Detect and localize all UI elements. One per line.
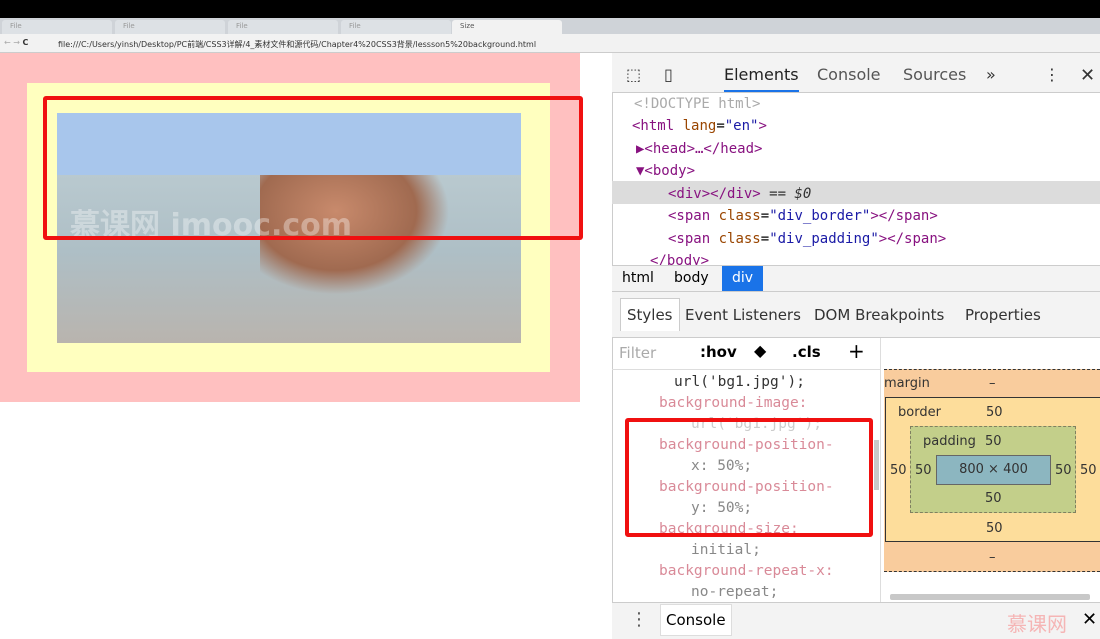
style-value[interactable]: url('bg1.jpg');	[674, 372, 805, 393]
padding-bottom: 50	[985, 491, 1002, 506]
margin-label: margin	[884, 376, 930, 391]
attr-value: "div_padding"	[769, 231, 879, 247]
devtools-toolbar: ⬚ ▯ Elements Console Sources » ⋮ ✕	[612, 53, 1100, 93]
breadcrumb-div[interactable]: div	[722, 266, 764, 291]
tag: <span	[668, 208, 711, 224]
imooc-logo: 慕课网	[1007, 612, 1067, 636]
padding-left: 50	[915, 463, 932, 478]
url-input[interactable]: file:///C:/Users/yinsh/Desktop/PC前端/CSS3…	[58, 39, 536, 50]
menu-icon[interactable]: ⋮	[1044, 65, 1060, 84]
tag: <div></div>	[668, 186, 761, 202]
breadcrumb: html body div	[612, 265, 1100, 292]
console-drawer: ⋮ Console 慕课网 ✕	[612, 602, 1100, 639]
browser-tab[interactable]: File	[341, 20, 451, 34]
breadcrumb-html[interactable]: html	[622, 270, 654, 286]
address-bar: ← → C file:///C:/Users/yinsh/Desktop/PC前…	[0, 34, 1100, 53]
hov-button[interactable]: :hov	[700, 343, 737, 361]
margin-bottom: –	[989, 550, 996, 565]
tree-node[interactable]: <span class="div_padding"></span>	[668, 228, 946, 251]
tab-sources[interactable]: Sources	[903, 65, 966, 84]
tab-properties[interactable]: Properties	[965, 306, 1041, 324]
tree-node-selected[interactable]: <div></div> == $0	[668, 183, 811, 206]
forward-icon[interactable]: →	[13, 38, 20, 47]
dollar-zero: == $0	[760, 186, 812, 202]
attr: class	[718, 208, 761, 224]
add-rule-button[interactable]: +	[848, 339, 865, 363]
drawer-tab-console[interactable]: Console	[660, 604, 732, 636]
tag: ></span>	[870, 208, 938, 224]
top-black-bar	[0, 0, 1100, 18]
attr: class	[718, 231, 761, 247]
browser-tab[interactable]: File	[2, 20, 112, 34]
box-model-scrollbar[interactable]	[890, 594, 1090, 600]
padding-top: 50	[985, 434, 1002, 449]
drawer-menu-icon[interactable]: ⋮	[630, 609, 648, 630]
tab-event-listeners[interactable]: Event Listeners	[685, 306, 801, 324]
border-right: 50	[1080, 463, 1097, 478]
tree-node[interactable]: <!DOCTYPE html>	[634, 93, 760, 116]
tag: >	[758, 118, 767, 134]
margin-top: –	[989, 376, 996, 391]
tree-node[interactable]: ▶<head>…</head>	[636, 138, 762, 161]
attr-value: "en"	[724, 118, 759, 134]
border-label: border	[898, 405, 941, 420]
attr-value: "div_border"	[769, 208, 871, 224]
style-value[interactable]: initial;	[691, 540, 761, 561]
device-icon[interactable]: ▯	[664, 65, 673, 84]
tree-node[interactable]: <html lang="en">	[632, 115, 767, 138]
border-top: 50	[986, 405, 1003, 420]
box-content: 800 × 400	[936, 455, 1051, 485]
tab-strip: File File File File Size	[0, 18, 1100, 34]
border-left: 50	[890, 463, 907, 478]
reload-icon[interactable]: C	[23, 38, 29, 47]
tab-dom-breakpoints[interactable]: DOM Breakpoints	[814, 306, 944, 324]
tag: <span	[668, 231, 711, 247]
filter-input[interactable]: Filter	[619, 344, 656, 362]
highlight-box	[43, 96, 583, 240]
back-icon[interactable]: ←	[4, 38, 11, 47]
more-tabs-button[interactable]: »	[986, 65, 996, 84]
breadcrumb-body[interactable]: body	[674, 270, 709, 286]
inspect-icon[interactable]: ⬚	[626, 65, 641, 84]
browser-tab[interactable]: File	[115, 20, 225, 34]
close-icon[interactable]: ✕	[1080, 65, 1095, 86]
tab-styles[interactable]: Styles	[620, 298, 680, 331]
style-value[interactable]: no-repeat;	[691, 582, 778, 603]
highlight-box	[625, 418, 873, 537]
styles-scrollbar[interactable]	[874, 440, 879, 490]
tab-elements[interactable]: Elements	[724, 65, 799, 92]
rendering-icon[interactable]: ◆	[754, 341, 766, 360]
tab-console[interactable]: Console	[817, 65, 881, 84]
padding-right: 50	[1055, 463, 1072, 478]
tag: <html	[632, 118, 675, 134]
drawer-close-icon[interactable]: ✕	[1082, 609, 1097, 630]
attr: lang	[682, 118, 717, 134]
filter-row: Filter :hov ◆ .cls +	[612, 338, 880, 370]
browser-tab-active[interactable]: Size	[452, 20, 562, 34]
styles-tabs: Styles Event Listeners DOM Breakpoints P…	[612, 292, 1100, 338]
tree-node[interactable]: <span class="div_border"></span>	[668, 205, 938, 228]
style-property[interactable]: background-repeat-x:	[659, 561, 834, 582]
style-property[interactable]: background-image:	[659, 393, 807, 414]
padding-label: padding	[923, 434, 976, 449]
browser-tab[interactable]: File	[228, 20, 338, 34]
tag: ></span>	[878, 231, 947, 247]
border-bottom: 50	[986, 521, 1003, 536]
elements-tree: <!DOCTYPE html> <html lang="en"> ▶<head>…	[612, 93, 1100, 269]
cls-button[interactable]: .cls	[792, 343, 821, 361]
tree-node[interactable]: ▼<body>	[636, 160, 695, 183]
